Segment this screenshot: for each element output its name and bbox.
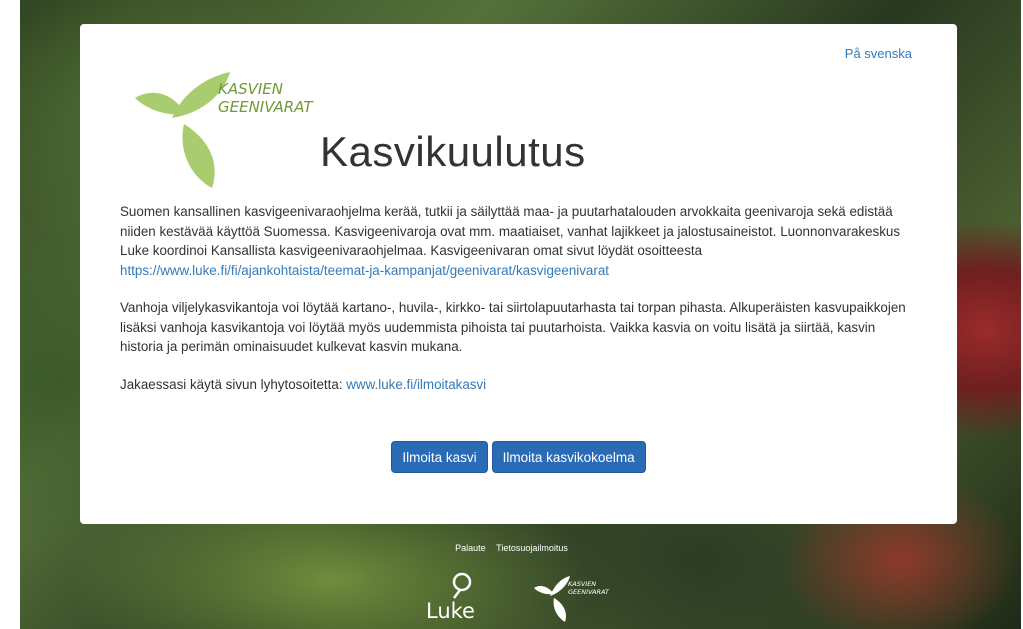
swedish-language-link[interactable]: På svenska bbox=[845, 46, 912, 61]
svg-text:KASVIEN: KASVIEN bbox=[568, 580, 596, 588]
privacy-link[interactable]: Tietosuojailmoitus bbox=[496, 543, 568, 553]
kasvien-geenivarat-logo: KASVIEN GEENIVARAT bbox=[135, 72, 314, 188]
kasvigeenivarat-link[interactable]: https://www.luke.fi/fi/ajankohtaista/tee… bbox=[120, 263, 609, 278]
report-collection-button[interactable]: Ilmoita kasvikokoelma bbox=[491, 441, 646, 473]
svg-text:KASVIEN: KASVIEN bbox=[218, 80, 283, 98]
intro-content: Suomen kansallinen kasvigeenivaraohjelma… bbox=[120, 202, 920, 412]
footer-logos: Luke KASVIEN GEENIVARAT bbox=[426, 572, 610, 623]
luke-logo: Luke bbox=[426, 572, 475, 623]
intro-paragraph-2: Vanhoja viljelykasvikantoja voi löytää k… bbox=[120, 300, 906, 354]
svg-text:GEENIVARAT: GEENIVARAT bbox=[218, 98, 314, 116]
left-frame bbox=[0, 0, 20, 629]
svg-text:Luke: Luke bbox=[426, 599, 475, 623]
kasvien-geenivarat-footer-logo: KASVIEN GEENIVARAT bbox=[534, 576, 610, 622]
footer-links: Palaute Tietosuojailmoitus bbox=[0, 543, 1023, 553]
feedback-link[interactable]: Palaute bbox=[455, 543, 486, 553]
short-address-link[interactable]: www.luke.fi/ilmoitakasvi bbox=[346, 377, 486, 392]
intro-paragraph-3: Jakaessasi käytä sivun lyhytosoitetta: w… bbox=[120, 376, 487, 392]
page-title: Kasvikuulutus bbox=[320, 128, 586, 175]
svg-text:GEENIVARAT: GEENIVARAT bbox=[568, 588, 610, 596]
main-card: På svenska KASVIEN GEENIVARAT Kasvikuulu… bbox=[80, 24, 957, 524]
intro-paragraph-1: Suomen kansallinen kasvigeenivaraohjelma… bbox=[120, 204, 901, 278]
action-buttons: Ilmoita kasvi Ilmoita kasvikokoelma bbox=[80, 441, 957, 473]
report-plant-button[interactable]: Ilmoita kasvi bbox=[391, 441, 488, 473]
